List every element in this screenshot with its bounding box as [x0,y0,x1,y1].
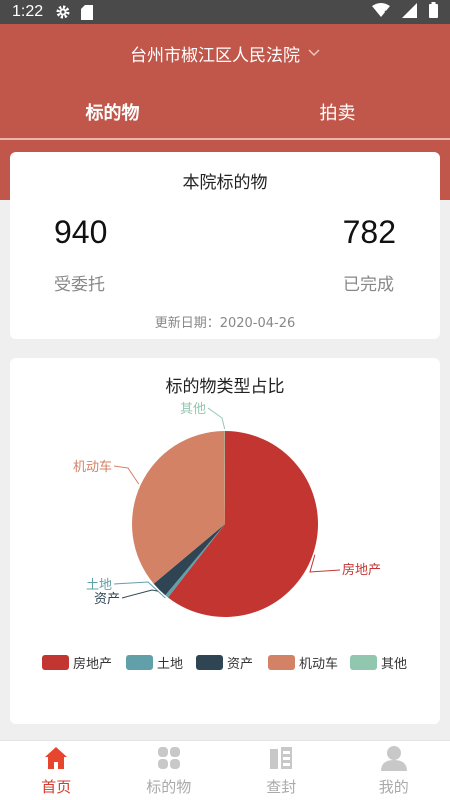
legend-label: 机动车 [299,656,338,672]
home-icon [44,744,68,772]
legend-label: 房地产 [73,656,112,672]
legend-item-4[interactable]: 其他 [350,655,407,672]
user-icon [380,744,407,772]
wifi-icon [372,2,390,22]
legend-swatch [350,655,377,670]
legend-swatch [268,655,295,670]
sd-card-icon [81,4,94,20]
pie-label-2: 资产 [94,592,120,607]
battery-icon [429,2,438,22]
legend-swatch [126,655,153,670]
nav-home[interactable]: 首页 [0,741,113,800]
status-bar: 1:22 [0,0,450,24]
pie-label-4: 其他 [180,402,206,417]
pie-label-line-3 [113,465,140,485]
pie-label-line-2 [121,589,158,599]
pie-label-0: 房地产 [342,562,381,578]
seal-icon [270,744,293,772]
legend-item-0[interactable]: 房地产 [42,655,112,672]
legend-label: 资产 [227,657,253,672]
entrusted-label: 受委托 [54,275,105,295]
stats-title: 本院标的物 [182,173,268,193]
nav-items[interactable]: 标的物 [113,741,226,800]
legend-label: 其他 [381,657,407,672]
legend-item-2[interactable]: 资产 [196,655,253,672]
signal-icon [402,2,417,22]
entrusted-count: 940 [54,214,108,250]
grid-icon [157,744,181,772]
status-time: 1:22 [12,3,44,20]
chart-card: 标的物类型占比 房地产 土地 资产 机动车 其他 房地产 土地 资产 机动车 其他 [10,358,440,724]
legend-swatch [196,655,223,670]
tab-auction[interactable]: 拍卖 [225,86,450,138]
legend-label: 土地 [157,657,183,672]
nav-home-label: 首页 [41,778,72,796]
completed-label: 已完成 [343,275,394,295]
tab-bar: 标的物 拍卖 [0,86,450,140]
bottom-nav: 首页 标的物 查封 我的 [0,740,450,800]
legend-swatch [42,655,69,670]
nav-items-label: 标的物 [146,778,192,796]
chevron-down-icon [308,49,320,57]
nav-seal[interactable]: 查封 [225,741,338,800]
settings-icon [55,4,71,20]
nav-profile[interactable]: 我的 [338,741,450,800]
legend-item-1[interactable]: 土地 [126,655,183,672]
tab-divider [0,138,450,140]
court-name: 台州市椒江区人民法院 [130,45,300,66]
update-date: 更新日期：2020-04-26 [154,316,296,331]
pie-label-1: 土地 [86,578,112,593]
pie-label-line-4 [207,407,226,430]
completed-count: 782 [342,214,396,250]
tab-items[interactable]: 标的物 [0,86,225,140]
pie-chart: 房地产土地资产机动车其他房地产 土地 资产 机动车 其他 [42,402,407,672]
nav-profile-label: 我的 [378,778,409,796]
court-selector[interactable]: 台州市椒江区人民法院 [0,36,450,70]
legend-item-3[interactable]: 机动车 [268,655,338,672]
pie-label-3: 机动车 [73,459,112,475]
stats-card: 本院标的物 940 782 受委托 已完成 更新日期：2020-04-26 [10,152,440,339]
nav-seal-label: 查封 [266,778,297,796]
pie-label-line-0 [309,554,341,573]
